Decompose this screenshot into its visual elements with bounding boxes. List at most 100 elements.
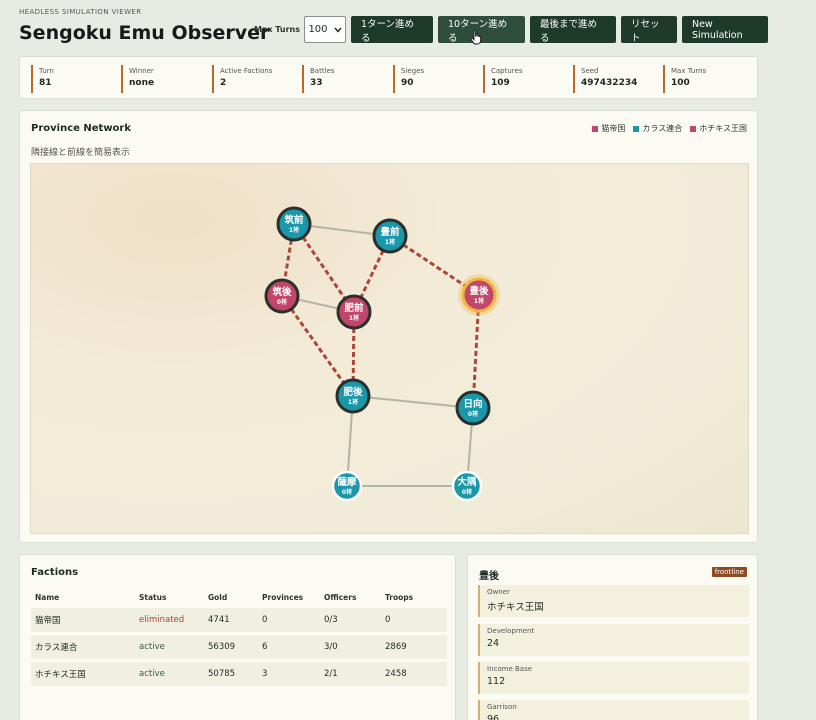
col-troops: Troops: [385, 593, 414, 602]
run-to-end-button[interactable]: 最後まで進める: [529, 16, 616, 44]
stat-value: 109: [491, 78, 510, 88]
field-income-base: Income Base 112: [478, 662, 749, 694]
stat-label: Battles: [310, 67, 335, 75]
stats-bar: Turn 81 Winner none Active Factions 2 Ba…: [19, 56, 758, 99]
province-name: 筑前: [284, 214, 304, 226]
field-value: 24: [487, 638, 500, 649]
factions-table: Name Status Gold Provinces Officers Troo…: [31, 585, 447, 686]
field-label: Garrison: [487, 703, 517, 711]
stat-sieges: Sieges 90: [393, 65, 424, 93]
network-title: Province Network: [31, 123, 132, 134]
stat-label: Max Turns: [671, 67, 707, 75]
stat-turn: Turn 81: [31, 65, 54, 93]
faction-name: カラス連合: [31, 632, 135, 661]
page-title: Sengoku Emu Observer: [19, 22, 270, 44]
faction-provinces: 3: [258, 659, 320, 686]
faction-gold: 56309: [204, 632, 258, 661]
app-kicker: HEADLESS SIMULATION VIEWER: [19, 8, 142, 16]
table-row[interactable]: ホチキス王国 active 50785 3 2/1 2458: [31, 659, 447, 686]
officer-count: 1将: [348, 398, 358, 406]
officer-count: 1将: [349, 314, 359, 322]
province-name: 肥前: [344, 302, 364, 314]
province-node-satsuma[interactable]: 薩摩0将: [331, 470, 363, 502]
province-node-buzen[interactable]: 豊前1将: [372, 218, 408, 254]
stat-label: Active Factions: [220, 67, 273, 75]
faction-officers: 2/1: [320, 659, 381, 686]
stat-value: 81: [39, 78, 52, 88]
faction-name: ホチキス王国: [31, 659, 135, 686]
province-node-osumi[interactable]: 大隅0将: [451, 470, 483, 502]
faction-troops: 2869: [381, 632, 447, 661]
legend-item: カラス連合: [633, 123, 682, 134]
legend-swatch: [633, 125, 640, 132]
network-subtitle: 隣接線と前線を簡易表示: [31, 148, 131, 158]
col-provinces: Provinces: [262, 593, 304, 602]
province-name: 筑後: [272, 286, 292, 298]
province-detail-panel: 豊後 frontline Owner ホチキス王国 Development 24…: [467, 554, 758, 720]
faction-troops: 0: [385, 615, 391, 625]
chevron-down-icon: [333, 27, 342, 33]
reset-button[interactable]: リセット: [620, 16, 677, 44]
faction-name: 猫帝国: [35, 616, 61, 626]
stat-max-turns: Max Turns 100: [663, 65, 706, 93]
province-node-higo[interactable]: 肥後1将: [335, 378, 371, 414]
faction-status: active: [135, 659, 204, 686]
field-value: ホチキス王国: [487, 602, 544, 613]
province-node-hizen[interactable]: 肥前1将: [336, 294, 372, 330]
legend-label: カラス連合: [642, 124, 683, 133]
table-header-row: Name Status Gold Provinces Officers Troo…: [31, 585, 447, 608]
stat-value: 90: [401, 78, 414, 88]
legend-item: 猫帝国: [592, 123, 625, 134]
stat-value: none: [129, 78, 155, 88]
province-node-hyuga[interactable]: 日向0将: [455, 390, 491, 426]
stat-seed: Seed 497432234: [573, 65, 637, 93]
toolbar: Max Turns 100 1ターン進める 10ターン進める 最後まで進める リ…: [254, 16, 773, 44]
stat-active-factions: Active Factions 2: [212, 65, 272, 93]
table-row[interactable]: カラス連合 active 56309 6 3/0 2869: [31, 632, 447, 661]
province-name: 薩摩: [337, 476, 357, 488]
province-node-bungo[interactable]: 豊後1将: [458, 274, 500, 316]
field-label: Development: [487, 627, 535, 635]
legend-swatch: [690, 125, 697, 132]
legend-label: ホチキス王国: [699, 124, 747, 133]
province-node-chikugo[interactable]: 筑後0将: [264, 278, 300, 314]
province-name: 豊前: [380, 226, 400, 238]
province-node-chikuzen[interactable]: 筑前1将: [276, 206, 312, 242]
province-graph: 筑前1将 豊前1将筑後0将肥前1将豊後1将肥後1将 日向0将薩摩0将大隅0将: [264, 206, 500, 502]
table-row[interactable]: 猫帝国 eliminated 4741 0 0/3 0: [31, 608, 447, 634]
stat-label: Captures: [491, 67, 523, 75]
field-development: Development 24: [478, 624, 749, 656]
province-title: 豊後: [479, 571, 499, 582]
faction-gold: 4741: [208, 615, 230, 625]
col-officers: Officers: [324, 593, 357, 602]
field-value: 112: [487, 676, 506, 687]
stat-captures: Captures 109: [483, 65, 522, 93]
hand-cursor-icon: [470, 29, 482, 45]
col-gold: Gold: [208, 593, 228, 602]
province-name: 肥後: [343, 386, 363, 398]
faction-status: eliminated: [139, 615, 185, 625]
stat-label: Sieges: [401, 67, 425, 75]
col-status: Status: [139, 593, 167, 602]
factions-panel: Factions Name Status Gold Provinces Offi…: [19, 554, 456, 720]
legend-item: ホチキス王国: [690, 123, 747, 134]
new-simulation-button[interactable]: New Simulation: [681, 16, 768, 43]
stat-label: Winner: [129, 67, 154, 75]
province-map: 筑前 1将 豊前 1将 筑後 0将 肥前 1将 豊後 1将 肥後 1将 日向 0将 薩摩 0将 大隅 0将: [30, 163, 749, 534]
officer-count: 0将: [342, 488, 352, 496]
faction-officers: 3/0: [320, 632, 381, 661]
max-turns-select[interactable]: 100: [303, 16, 346, 43]
stat-winner: Winner none: [121, 65, 154, 93]
province-name: 大隅: [457, 476, 477, 488]
col-name: Name: [35, 593, 60, 602]
factions-title: Factions: [31, 567, 79, 578]
step-1-button[interactable]: 1ターン進める: [350, 16, 433, 44]
legend-label: 猫帝国: [601, 124, 626, 133]
stat-value: 33: [310, 78, 323, 88]
field-garrison: Garrison 96: [478, 700, 749, 720]
field-owner: Owner ホチキス王国: [478, 585, 749, 617]
stat-value: 497432234: [581, 78, 638, 88]
stat-battles: Battles 33: [302, 65, 334, 93]
faction-gold: 50785: [204, 659, 258, 686]
faction-officers: 0/3: [324, 615, 338, 625]
